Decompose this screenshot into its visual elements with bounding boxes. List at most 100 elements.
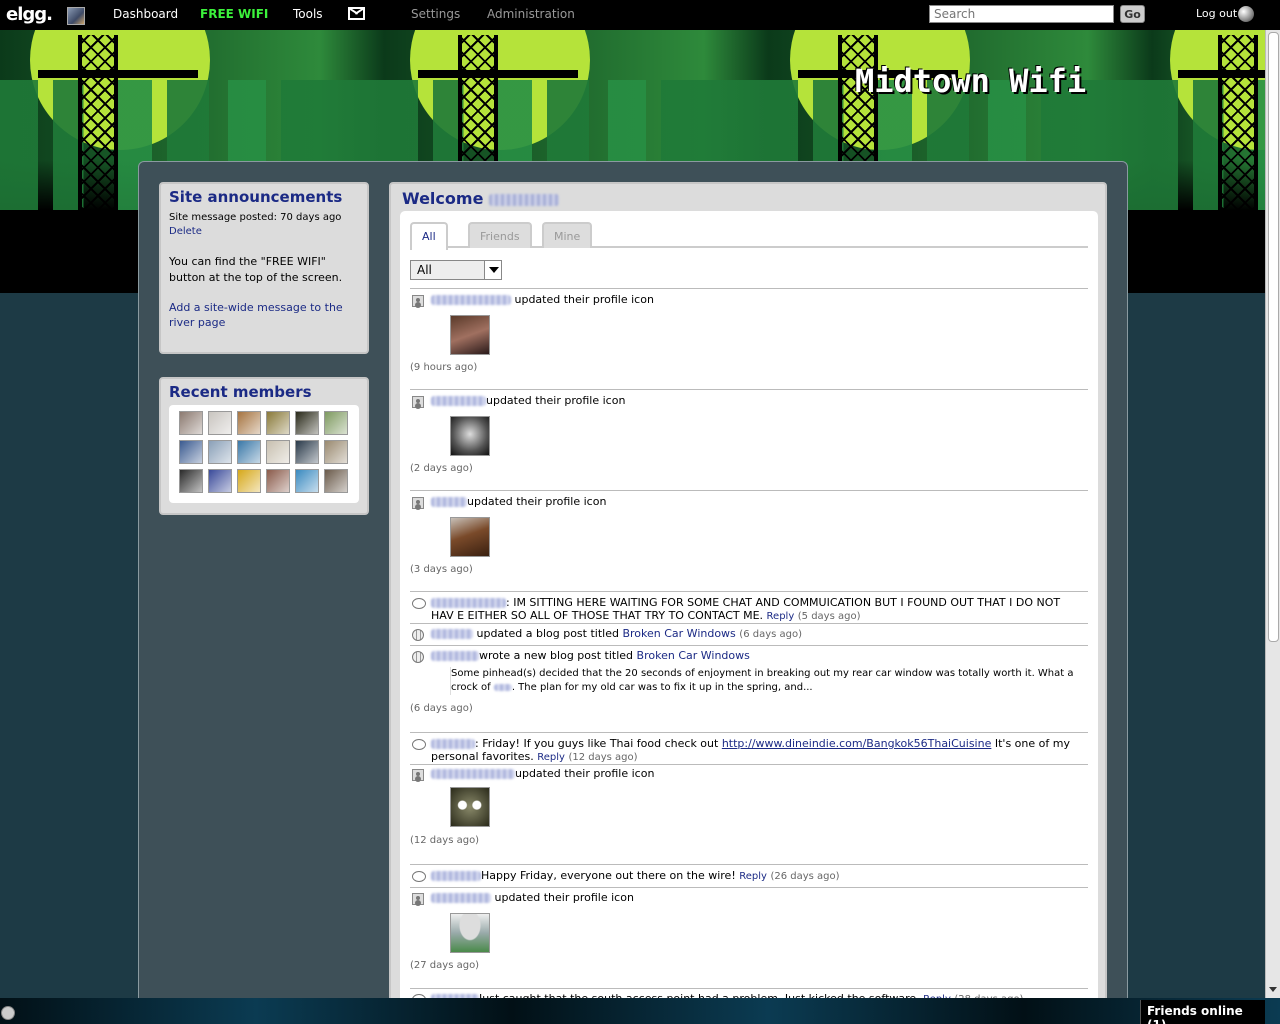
entry-action: updated their profile icon: [514, 293, 654, 306]
divider: [410, 864, 1088, 865]
add-site-message-link[interactable]: Add a site-wide message to the river pag…: [169, 300, 359, 330]
page-scrollbar[interactable]: [1265, 30, 1280, 998]
member-thumbnail[interactable]: [266, 440, 290, 464]
member-thumbnail[interactable]: [179, 440, 203, 464]
profile-thumbnail[interactable]: [450, 517, 490, 557]
tab-friends[interactable]: Friends: [468, 222, 532, 248]
redacted-username[interactable]: [431, 651, 479, 661]
external-url-link[interactable]: http://www.dineindie.com/Bangkok56ThaiCu…: [722, 737, 992, 750]
member-thumbnail[interactable]: [208, 411, 232, 435]
crane-boom: [38, 70, 198, 78]
entry-time: (6 days ago): [739, 629, 803, 640]
redacted-username[interactable]: [431, 739, 475, 749]
chat-bubble-icon: [412, 739, 426, 750]
profile-icon: [412, 893, 424, 905]
crane-boom: [418, 70, 578, 78]
redacted-username[interactable]: [431, 629, 473, 639]
entry-action: updated their profile icon: [486, 394, 626, 407]
crane-tower: [1218, 35, 1258, 235]
scroll-down-icon[interactable]: [1268, 984, 1279, 996]
entry-action: wrote a new blog post titled: [479, 649, 634, 662]
profile-icon: [412, 295, 424, 307]
redacted-username[interactable]: [431, 893, 491, 903]
blog-globe-icon: [412, 629, 424, 641]
divider: [410, 490, 1088, 491]
profile-thumbnail[interactable]: [450, 787, 490, 827]
redacted-username: [489, 193, 560, 206]
chevron-down-icon[interactable]: [484, 261, 501, 279]
member-thumbnail[interactable]: [208, 440, 232, 464]
member-thumbnail[interactable]: [295, 469, 319, 493]
tab-mine[interactable]: Mine: [542, 222, 593, 248]
activity-stream: All Friends Mine All updated their profi…: [400, 211, 1098, 1024]
nav-dashboard[interactable]: Dashboard: [113, 7, 178, 21]
entry-text: updated a blog post titled Broken Car Wi…: [431, 627, 1081, 641]
profile-icon: [412, 396, 424, 408]
search-go-button[interactable]: Go: [1120, 5, 1145, 23]
entry-time: (26 days ago): [770, 871, 840, 882]
member-thumbnail[interactable]: [237, 411, 261, 435]
blog-post-link[interactable]: Broken Car Windows: [637, 649, 750, 662]
redacted-username[interactable]: [431, 295, 511, 305]
divider: [410, 988, 1088, 989]
redacted-username[interactable]: [431, 871, 481, 881]
entry-text: Happy Friday, everyone out there on the …: [431, 869, 1081, 883]
member-thumbnail[interactable]: [324, 411, 348, 435]
entry-action: updated their profile icon: [515, 767, 655, 780]
member-thumbnail[interactable]: [208, 469, 232, 493]
divider: [410, 645, 1088, 646]
entry-text: updated their profile icon: [431, 394, 1081, 407]
recent-members-title: Recent members: [169, 383, 312, 401]
entry-text: updated their profile icon: [431, 767, 1081, 780]
elgg-logo[interactable]: elgg.: [6, 4, 53, 25]
nav-free-wifi[interactable]: FREE WIFI: [200, 7, 268, 21]
profile-thumbnail[interactable]: [450, 315, 490, 355]
friends-online-button[interactable]: Friends online (1): [1140, 1000, 1265, 1024]
redacted-word: [493, 683, 512, 691]
redacted-username[interactable]: [431, 598, 506, 608]
scrollbar-thumb[interactable]: [1268, 32, 1279, 642]
profile-thumbnail[interactable]: [450, 416, 490, 456]
reply-link[interactable]: Reply: [739, 871, 767, 882]
entry-time: (12 days ago): [568, 752, 638, 763]
redacted-username[interactable]: [431, 497, 467, 507]
reply-link[interactable]: Reply: [767, 611, 795, 622]
member-thumbnail[interactable]: [237, 440, 261, 464]
member-thumbnail[interactable]: [266, 411, 290, 435]
delete-announcement-link[interactable]: Delete: [169, 226, 202, 237]
logout-icon[interactable]: [1238, 6, 1254, 22]
member-thumbnail[interactable]: [324, 440, 348, 464]
member-thumbnail[interactable]: [266, 469, 290, 493]
member-thumbnail[interactable]: [237, 469, 261, 493]
member-thumbnail[interactable]: [324, 469, 348, 493]
tab-all[interactable]: All: [410, 222, 448, 250]
member-thumbnail[interactable]: [179, 411, 203, 435]
entry-action: updated their profile icon: [494, 891, 634, 904]
nav-settings[interactable]: Settings: [411, 7, 460, 21]
redacted-username[interactable]: [431, 396, 486, 406]
member-thumbnail[interactable]: [179, 469, 203, 493]
redacted-username[interactable]: [431, 769, 515, 779]
blog-post-link[interactable]: Broken Car Windows: [622, 627, 735, 640]
nav-administration[interactable]: Administration: [487, 7, 575, 21]
reply-link[interactable]: Reply: [537, 752, 565, 763]
divider: [410, 764, 1088, 765]
member-thumbnail[interactable]: [295, 411, 319, 435]
entry-time: (5 days ago): [797, 611, 861, 622]
activity-filter-select[interactable]: All: [410, 260, 502, 280]
recent-members-box: Recent members: [159, 377, 369, 515]
messages-icon[interactable]: [348, 7, 365, 20]
bottom-bar: Friends online (1): [0, 998, 1280, 1024]
nav-tools[interactable]: Tools: [293, 7, 323, 21]
logout-link[interactable]: Log out: [1196, 7, 1237, 20]
welcome-heading: Welcome: [402, 189, 560, 208]
member-thumbnail[interactable]: [295, 440, 319, 464]
divider: [410, 732, 1088, 733]
search-input[interactable]: [929, 5, 1114, 23]
entry-text: wrote a new blog post titled Broken Car …: [431, 649, 1081, 662]
profile-icon: [412, 497, 424, 509]
site-title[interactable]: Midtown Wifi: [855, 62, 1086, 100]
collapse-toggle-icon[interactable]: [1, 1006, 15, 1020]
profile-thumbnail[interactable]: [450, 913, 490, 953]
user-avatar[interactable]: [67, 7, 85, 25]
